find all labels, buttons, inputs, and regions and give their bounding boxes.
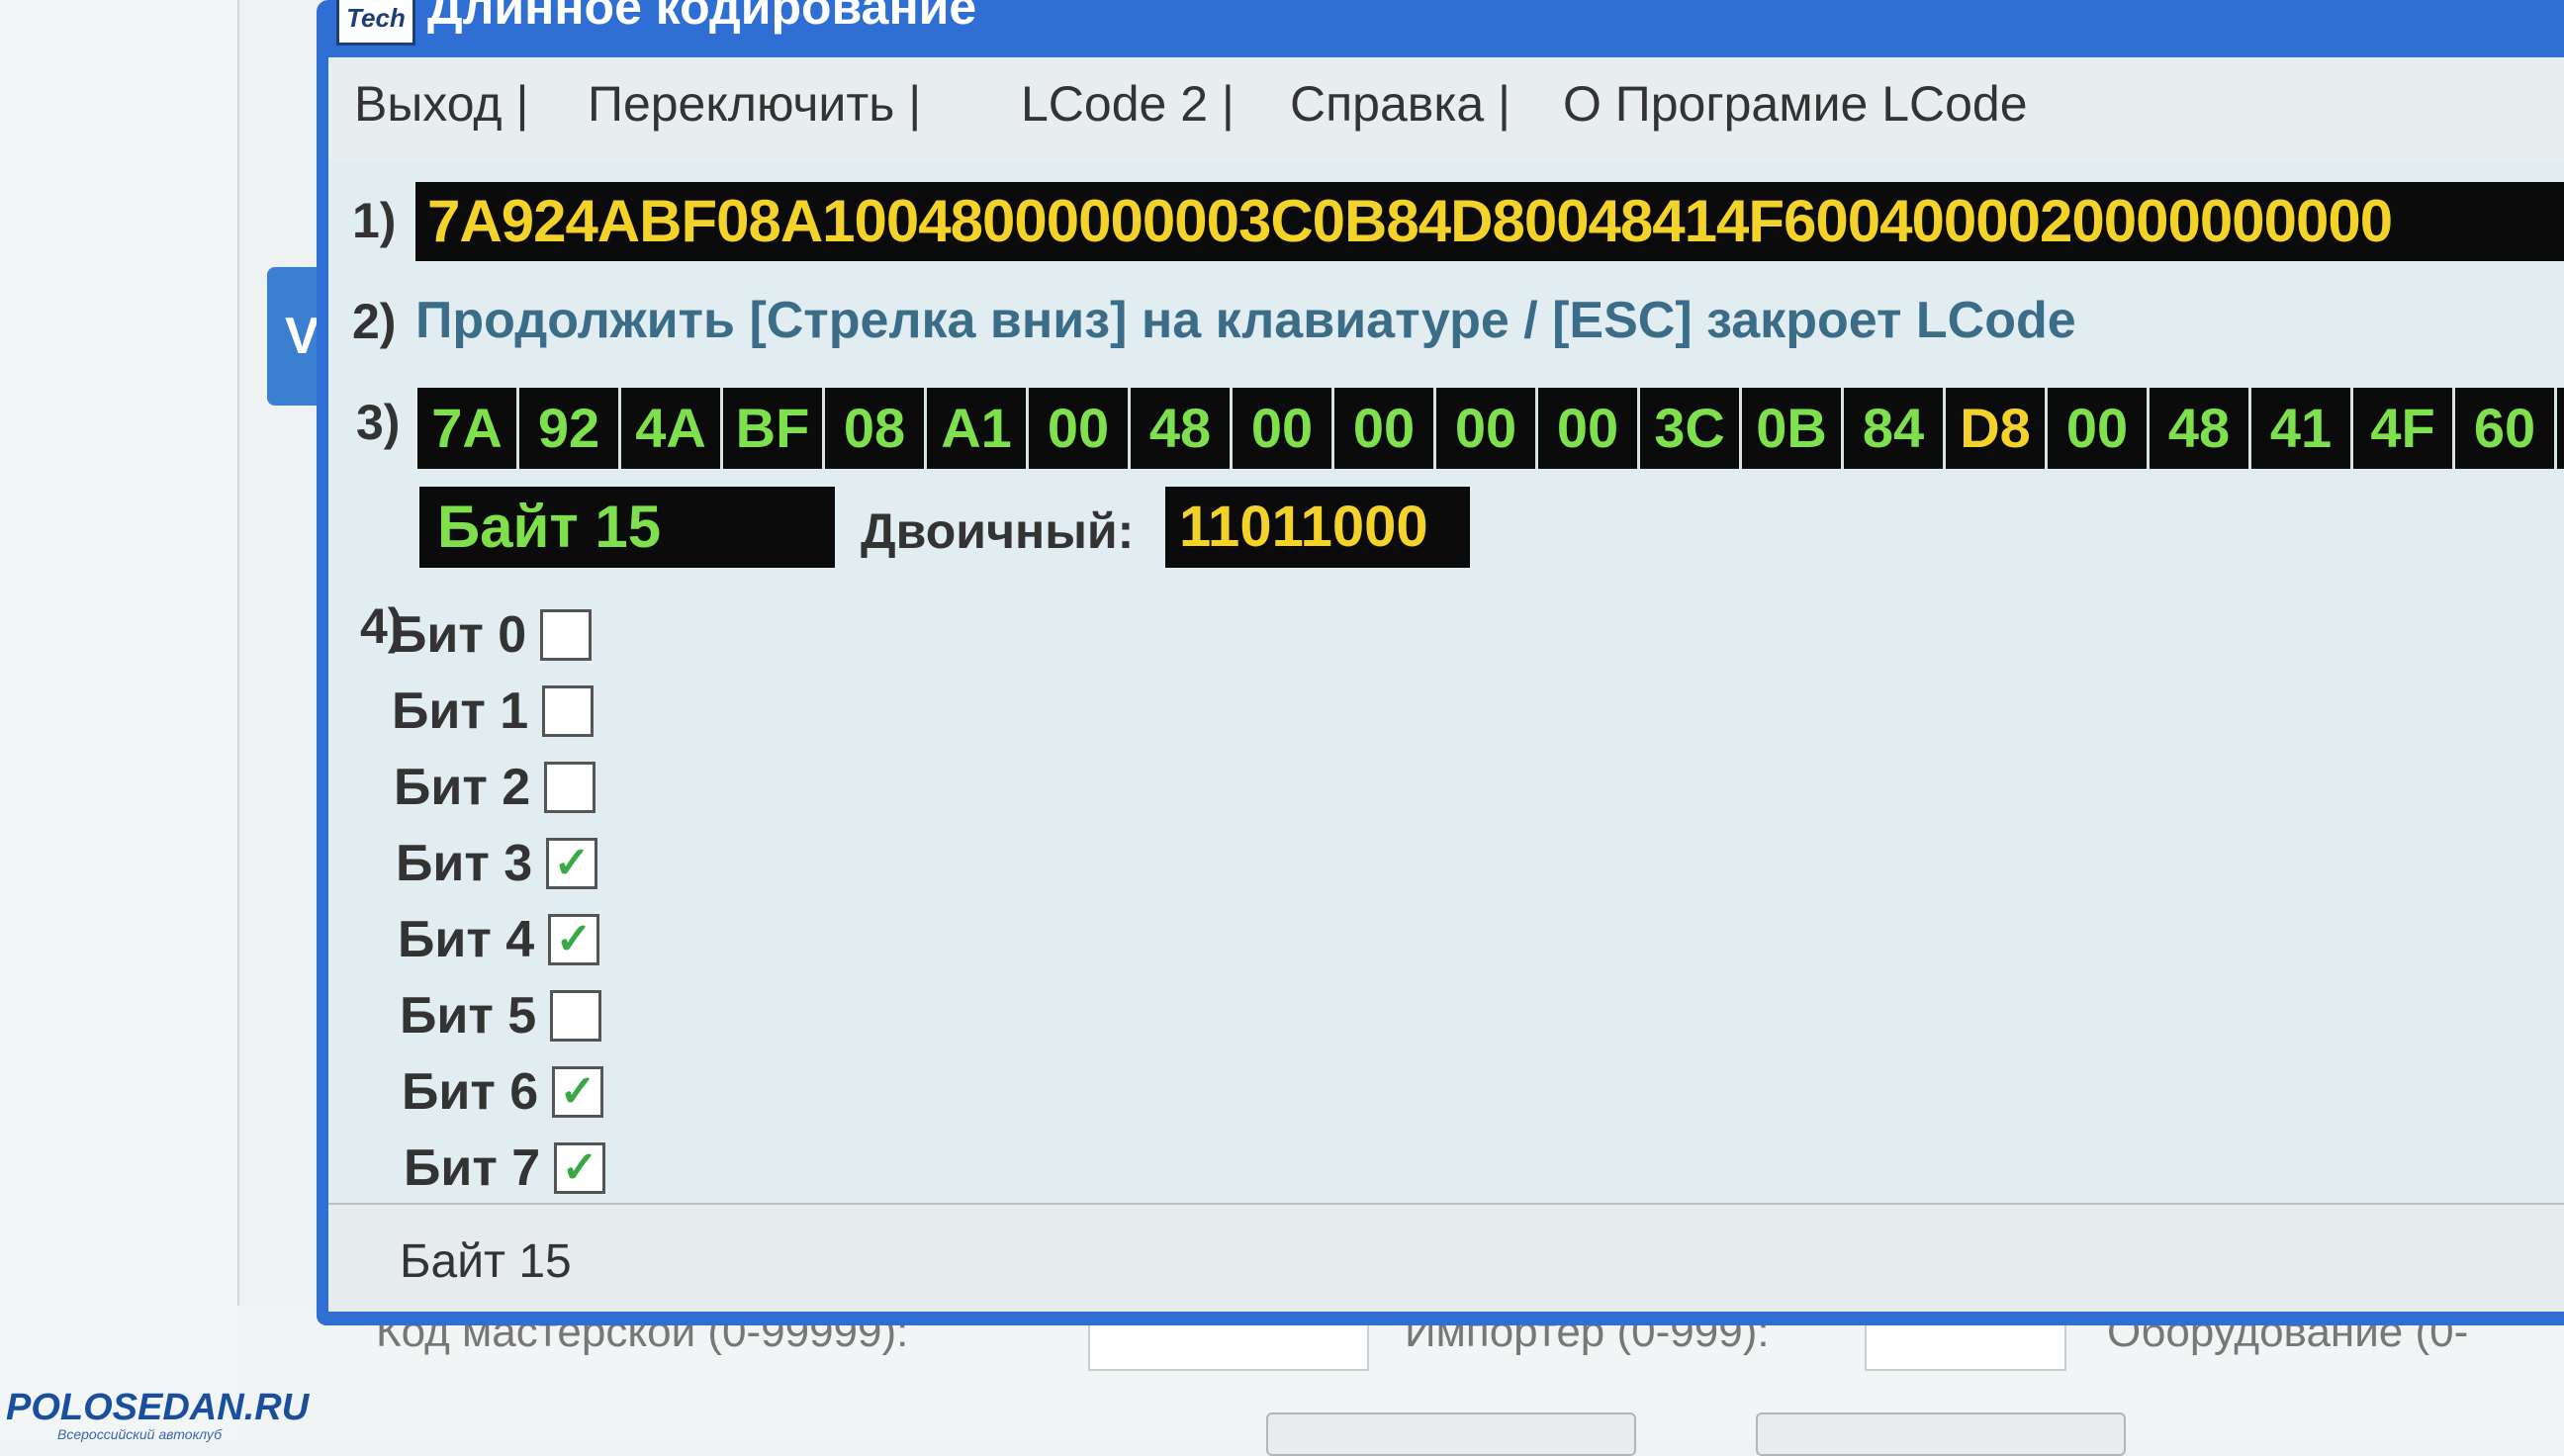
bit-label: Бит 3 [396, 835, 533, 892]
bit-checkbox[interactable]: ✓ [554, 1142, 605, 1194]
bit-checkbox[interactable]: ✓ [548, 914, 599, 965]
watermark-logo: POLOSEDAN.RU [6, 1387, 310, 1428]
app-icon: Tech [336, 0, 415, 46]
bit-label: Бит 4 [398, 911, 535, 968]
byte-cell[interactable]: 4A [621, 388, 723, 469]
background-left-panel [0, 0, 239, 1440]
menu-item-lcode2[interactable]: LCode 2 | [1021, 75, 1235, 133]
bit-checkbox[interactable]: ✓ [552, 1066, 603, 1118]
bit-label: Бит 1 [392, 682, 529, 740]
bit-label: Бит 7 [404, 1139, 541, 1197]
bit-checkbox[interactable] [542, 685, 594, 737]
continue-hint: Продолжить [Стрелка вниз] на клавиатуре … [415, 292, 2076, 349]
window-title: Длинное кодирование [427, 0, 977, 35]
bit-checkbox[interactable]: ✓ [546, 838, 597, 889]
bit-checkbox[interactable] [540, 609, 592, 661]
byte-cell[interactable]: 48 [2150, 388, 2251, 469]
check-mark-icon: ✓ [559, 1067, 596, 1116]
byte-cell[interactable]: 00 [1334, 388, 1436, 469]
selected-byte-label: Байт 15 [419, 487, 835, 568]
bit-label: Бит 2 [394, 759, 531, 816]
byte-cell[interactable]: A1 [927, 388, 1029, 469]
dialog-client-area: Выход | Переключить | LCode 2 | Справка … [328, 57, 2564, 1312]
byte-cell[interactable]: 08 [825, 388, 927, 469]
byte-cell[interactable]: 00 [1436, 388, 1538, 469]
byte-cell[interactable]: D8 [1946, 388, 2048, 469]
byte-cell[interactable]: 4F [2353, 388, 2455, 469]
status-bar: Байт 15 [328, 1203, 2564, 1312]
background-button-2[interactable] [1756, 1412, 2126, 1456]
byte-strip: 7A 92 4A BF 08 A1 00 48 00 00 00 00 3C 0B 84 D8 00 48 41 4F… [417, 388, 2564, 469]
menu-item-exit[interactable]: Выход | [354, 75, 529, 133]
bit-checkbox[interactable] [544, 762, 595, 813]
coding-content: 1) 7A924ABF08A10048000000003C0B84D800484… [338, 160, 2564, 1203]
long-coding-dialog: Tech Длинное кодирование Выход | Переклю… [317, 0, 2564, 1325]
byte-cell[interactable]: 41 [2251, 388, 2353, 469]
bit-label: Бит 5 [400, 987, 537, 1045]
byte-cell[interactable]: 00 [1029, 388, 1131, 469]
byte-cell[interactable]: 0B [1742, 388, 1844, 469]
menu-item-about[interactable]: О Програмие LCode [1563, 75, 2028, 133]
byte-cell[interactable]: BF [723, 388, 825, 469]
byte-cell[interactable]: 92 [519, 388, 621, 469]
byte-cell[interactable]: 48 [1131, 388, 1233, 469]
bit-checkbox[interactable] [550, 990, 601, 1042]
check-mark-icon: ✓ [555, 915, 593, 963]
byte-cell[interactable]: 60 [2455, 388, 2557, 469]
bit-label: Бит 6 [402, 1063, 539, 1121]
byte-cell[interactable]: 7A [417, 388, 519, 469]
step-1-marker: 1) [352, 193, 397, 248]
byte-cell[interactable]: 00 [1538, 388, 1640, 469]
binary-value: 11011000 [1165, 487, 1470, 568]
step-3-marker: 3) [356, 395, 401, 450]
byte-cell[interactable]: 84 [1844, 388, 1946, 469]
menu-item-help[interactable]: Справка | [1290, 75, 1511, 133]
binary-label: Двоичный: [861, 503, 1135, 559]
step-2-marker: 2) [352, 294, 397, 349]
title-bar[interactable]: Tech Длинное кодирование [317, 0, 2564, 57]
bit-label: Бит 0 [390, 606, 527, 664]
byte-cell[interactable]: 00 [2048, 388, 2150, 469]
check-mark-icon: ✓ [553, 839, 591, 887]
check-mark-icon: ✓ [561, 1143, 598, 1192]
byte-cell[interactable]: 00 [1233, 388, 1334, 469]
byte-cell[interactable]: 3C [1640, 388, 1742, 469]
coding-hex-string[interactable]: 7A924ABF08A10048000000003C0B84D80048414F… [415, 182, 2564, 261]
background-button-1[interactable] [1266, 1412, 1636, 1456]
background-tab-label: V [285, 308, 320, 365]
menu-bar: Выход | Переключить | LCode 2 | Справка … [328, 57, 2564, 160]
status-text: Байт 15 [400, 1235, 572, 1288]
menu-item-switch[interactable]: Переключить | [588, 75, 921, 133]
